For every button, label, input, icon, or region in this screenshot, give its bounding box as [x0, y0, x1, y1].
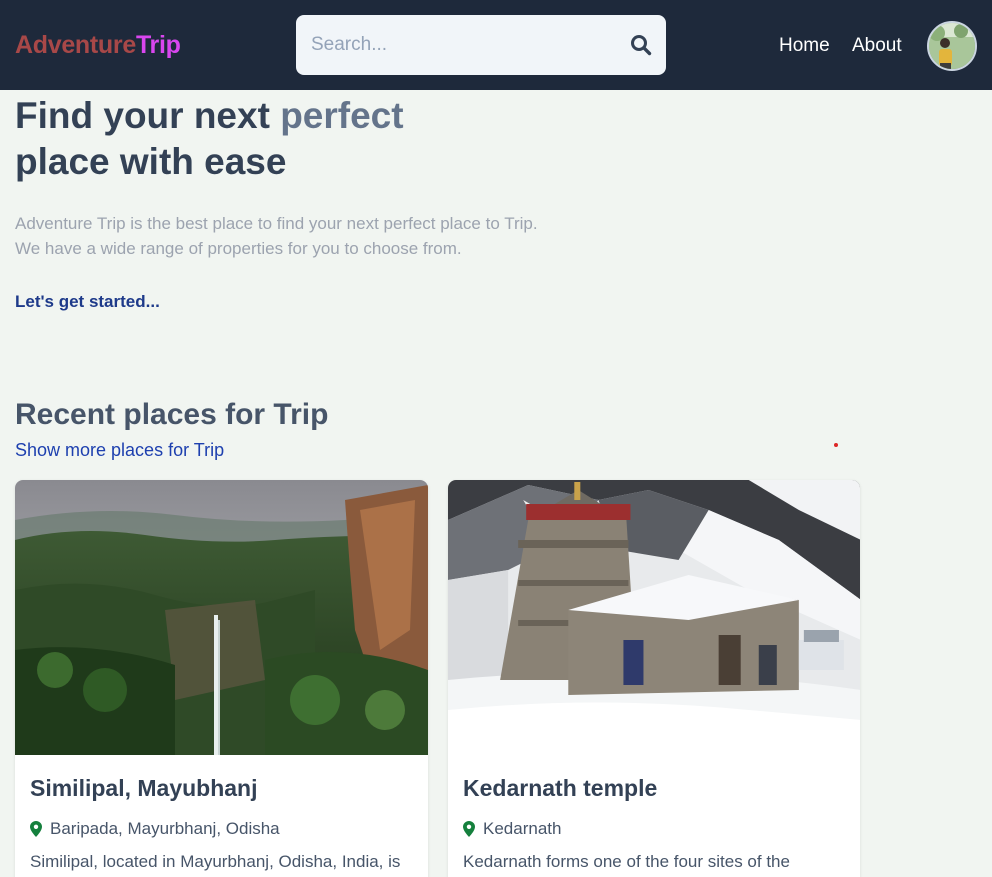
waterfall-image — [15, 480, 428, 755]
recent-places-title: Recent places for Trip — [15, 398, 329, 431]
logo-part-trip: Trip — [135, 31, 181, 59]
card-location: Baripada, Mayurbhanj, Odisha — [30, 818, 280, 840]
map-pin-icon — [463, 821, 475, 837]
navbar: AdventureTrip Home About — [0, 0, 992, 90]
avatar-photo-icon — [929, 23, 975, 69]
search-input[interactable] — [296, 15, 616, 75]
hero-title-accent: perfect — [280, 95, 404, 136]
logo[interactable]: AdventureTrip — [15, 31, 181, 60]
card-title: Similipal, Mayubhanj — [30, 775, 258, 801]
card-location-text: Baripada, Mayurbhanj, Odisha — [50, 819, 280, 838]
show-more-places-link[interactable]: Show more places for Trip — [15, 440, 224, 461]
hero-title: Find your next perfect place with ease — [15, 93, 475, 185]
card-location-text: Kedarnath — [483, 819, 562, 838]
avatar[interactable] — [927, 21, 977, 71]
hero-description-line-2: We have a wide range of properties for y… — [15, 239, 462, 258]
search-bar — [296, 15, 666, 75]
hero-description: Adventure Trip is the best place to find… — [15, 211, 575, 261]
card-title: Kedarnath temple — [463, 775, 658, 801]
hero-title-suffix: place with ease — [15, 141, 287, 182]
hero-title-prefix: Find your next — [15, 95, 281, 136]
search-icon — [631, 35, 652, 56]
hero-description-line-1: Adventure Trip is the best place to find… — [15, 214, 538, 233]
place-card-similipal[interactable]: Similipal, Mayubhanj Baripada, Mayurbhan… — [15, 480, 428, 877]
get-started-link[interactable]: Let's get started... — [15, 292, 160, 312]
nav-home-link[interactable]: Home — [779, 35, 830, 57]
temple-image — [448, 480, 860, 755]
red-dot — [834, 443, 838, 447]
card-location: Kedarnath — [463, 818, 561, 840]
card-description: Kedarnath forms one of the four sites of… — [463, 852, 790, 871]
map-pin-icon — [30, 821, 42, 837]
nav-about-link[interactable]: About — [852, 35, 902, 57]
card-description: Similipal, located in Mayurbhanj, Odisha… — [30, 852, 401, 871]
search-button[interactable] — [630, 34, 652, 56]
logo-part-adventure: Adventure — [15, 31, 136, 59]
place-card-kedarnath[interactable]: Kedarnath temple Kedarnath Kedarnath for… — [448, 480, 860, 877]
